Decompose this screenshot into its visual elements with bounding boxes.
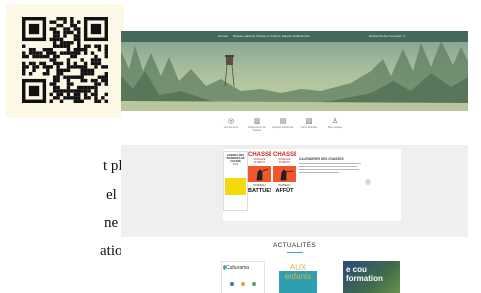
website-screenshot: Accueil Réseau national Chasse en France… (121, 31, 468, 293)
compass-icon: ◎ (227, 117, 235, 125)
hunter-illustration (273, 166, 296, 182)
book-icon: ▥ (253, 117, 261, 125)
quick-link-members[interactable]: ▤ Espace adhérents (271, 117, 295, 129)
quick-link-services[interactable]: ◎ Vos services (219, 117, 243, 129)
news-title-underline (287, 252, 303, 253)
search-icon[interactable]: ⌕ (403, 33, 405, 38)
culturama-logo-icon (223, 265, 226, 270)
nav-search[interactable]: Recherche (369, 34, 384, 38)
nav-network[interactable]: Réseau national (233, 34, 255, 38)
agenda-card[interactable]: AGENDA DES JOURNÉES DE CHASSE 2024 (223, 151, 248, 211)
nav-login[interactable]: Se connecter (384, 34, 402, 38)
nav-home[interactable]: Accueil (218, 34, 228, 38)
news-title: ACTUALITÉS (272, 242, 317, 249)
nav-institutional[interactable]: Espace Institutionnel (282, 34, 310, 38)
qr-code (22, 17, 108, 103)
news-card-culturama[interactable]: Culturama (221, 261, 265, 293)
agenda-cover (225, 178, 246, 195)
hero-banner: Accueil Réseau national Chasse en France… (121, 31, 468, 111)
map-icon: ▧ (305, 117, 313, 125)
news-card-kids[interactable]: AUX enfants (279, 261, 317, 293)
hunter-illustration (248, 166, 271, 182)
sign-battues-card[interactable]: CHASSE PASSAGE INTERDIT PANNEAU BATTUES (248, 151, 271, 209)
site-topbar: Accueil Réseau national Chasse en France… (121, 31, 468, 42)
document-icon: ▤ (279, 117, 287, 125)
news-section: ACTUALITÉS Culturama AUX enfants e cou f… (121, 237, 468, 293)
forest-illustration (121, 31, 468, 111)
sign-affut-card[interactable]: CHASSE PASSAGE INTERDIT PANNEAU AFFÛT (273, 151, 296, 209)
news-card-formation[interactable]: e cou formation (343, 261, 400, 293)
nav-hunting-france[interactable]: Chasse en France (256, 34, 281, 38)
quick-link-regulations[interactable]: ▥ Réglements de chasse (245, 117, 269, 132)
quick-access-row: ◎ Vos services ▥ Réglements de chasse ▤ … (121, 111, 468, 145)
qr-code-box (6, 4, 124, 118)
carousel-next-icon[interactable]: › (365, 179, 371, 185)
user-icon: ♙ (331, 117, 339, 125)
documents-section: AGENDA DES JOURNÉES DE CHASSE 2024 CHASS… (121, 145, 468, 237)
quick-link-account[interactable]: ♙ Mon espace (323, 117, 347, 129)
calendar-title: CALENDRIER DES CHASSES (299, 157, 344, 161)
quick-link-map[interactable]: ▧ Carte fédérale (297, 117, 321, 129)
